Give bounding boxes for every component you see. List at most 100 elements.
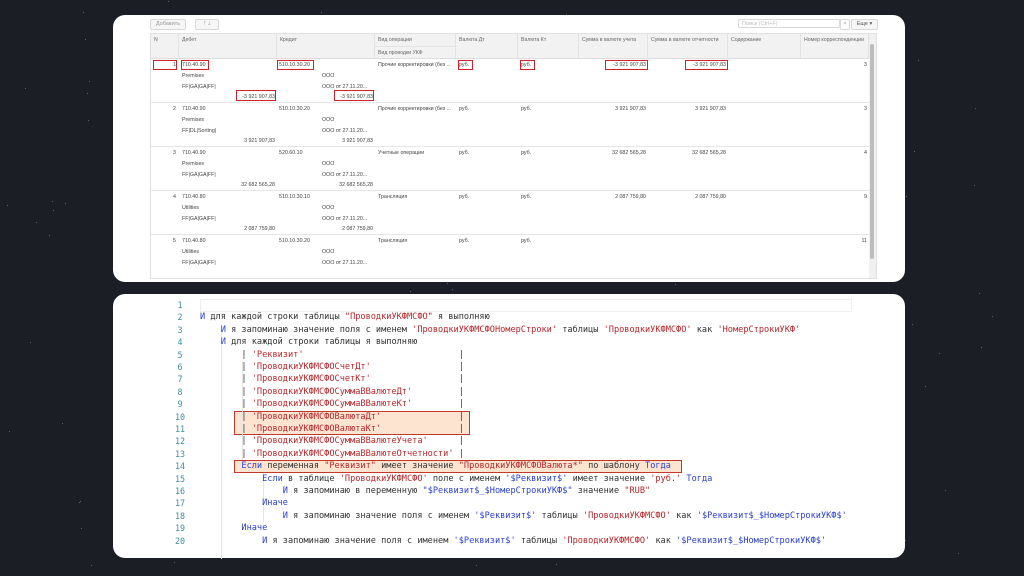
code-line[interactable]: Если в таблице 'ПроводкиУКФМСФО' поле с … (200, 473, 712, 485)
string-token: "RUB" (624, 486, 651, 496)
code-line[interactable]: И я запоминаю в переменную "$Реквизит$_$… (200, 485, 650, 497)
arrow-up-icon[interactable]: 🡑 (203, 21, 206, 27)
add-button[interactable]: Добавить (150, 19, 186, 30)
code-line[interactable]: | 'ПроводкиУКФМСФОВалютаДт' | (200, 411, 463, 423)
header-credit[interactable]: Кредит (277, 34, 375, 58)
star-decoration (48, 234, 50, 236)
table-row[interactable]: 5 710.40.80 Utilities FF|GA|GA|FF| 510.10.30… (151, 235, 869, 278)
header-n[interactable]: N (151, 34, 179, 58)
star-decoration (912, 323, 914, 325)
header-debit[interactable]: Дебет (179, 34, 277, 58)
cell-debit-sub2: FF|GA|GA|FF| (182, 84, 216, 90)
star-decoration (945, 490, 947, 492)
code-line[interactable]: И для каждой строки таблицы я выполняю (200, 336, 418, 348)
line-number: 16 (174, 486, 186, 496)
text-token: | (200, 448, 252, 459)
table-row[interactable]: 2 710.40.90 Premises FF|DL|Sorting| 3 921 90… (151, 103, 869, 147)
cell-debit-sub2: FF|GA|GA|FF| (182, 216, 216, 222)
star-decoration (924, 386, 926, 388)
move-buttons: 🡑 🡓 (195, 19, 219, 30)
star-decoration (957, 552, 959, 554)
line-number: 6 (177, 362, 183, 372)
code-line[interactable]: И для каждой строки таблицы "ПроводкиУКФ… (200, 311, 490, 323)
star-decoration (84, 38, 86, 40)
text-token: | (200, 424, 252, 434)
text-token: я выполняю (432, 312, 490, 323)
header-content[interactable]: Содержание (728, 34, 801, 58)
cell-debit-sub1: Utilities (182, 205, 200, 211)
code-editor[interactable]: 1 2 И для каждой строки таблицы "ПроводкиУ… (113, 294, 905, 560)
clear-search-button[interactable]: × (840, 19, 850, 30)
text-token: | (200, 436, 252, 447)
header-sum-accounting[interactable]: Сумма в валюте учета (579, 34, 648, 58)
code-line[interactable]: Иначе (200, 497, 288, 509)
code-line[interactable]: | 'Реквизит' | (200, 349, 463, 361)
header-currency-kt[interactable]: Валюта Кт (518, 34, 579, 58)
cell-debit-account: 710.40.80 (182, 238, 206, 244)
string-token: 'ПроводкиУКФМСФОВалютаКт' (251, 424, 382, 434)
cell-n: 3 (173, 150, 176, 156)
cell-currency-dt: руб. (459, 238, 470, 244)
header-operation[interactable]: Вид операции Вид проводки УКФ (375, 34, 456, 58)
cell-credit-amount: 32 682 565,28 (339, 182, 373, 188)
arrow-down-icon[interactable]: 🡓 (208, 21, 211, 27)
cell-operation: Трансляция (378, 194, 408, 200)
highlight-box (605, 60, 648, 70)
header-sum-reporting[interactable]: Сумма в валюте отчетности (648, 34, 728, 58)
line-number: 18 (174, 510, 186, 521)
code-line[interactable]: | 'ПроводкиУКФМСФОСчетКт' | (200, 373, 463, 385)
header-correspondence[interactable]: Номер корреспонденции (801, 34, 869, 58)
code-line[interactable]: | 'ПроводкиУКФМСФОСуммаВВалютеКт' | (200, 398, 463, 410)
star-decoration (978, 293, 980, 295)
keyword-token: Если (241, 461, 263, 472)
code-line[interactable]: | 'ПроводкиУКФМСФОСуммаВВалютеОтчетности… (200, 448, 463, 460)
scrollbar-thumb[interactable] (870, 44, 874, 259)
text-token: | (458, 374, 464, 385)
table-scrollbar[interactable] (869, 34, 876, 278)
line-number: 3 (177, 324, 183, 335)
star-decoration (447, 282, 449, 284)
code-line[interactable]: И я запоминаю значение поля с именем '$Р… (200, 535, 826, 547)
cell-n: 2 (173, 106, 176, 112)
table-row[interactable]: 4 710.40.80 Utilities FF|GA|GA|FF| 2 087 759… (151, 191, 869, 235)
line-number: 2 (177, 312, 183, 323)
code-line[interactable]: Если переменная "Реквизит" имеет значени… (200, 460, 671, 472)
cell-credit-sub1: ООО (322, 73, 335, 79)
text-token: я запоминаю значение поля с именем (225, 324, 413, 335)
string-token: "ПроводкиУКФМСФОВалюта*" (458, 461, 583, 472)
cell-n: 5 (173, 238, 176, 244)
star-decoration (88, 80, 90, 82)
text-token: в таблице (282, 473, 340, 484)
cell-credit-amount: 2 087 759,80 (342, 226, 373, 232)
table-row[interactable]: 1 710.40.90 Premises FF|GA|GA|FF| -3 921 907… (151, 59, 869, 103)
text-token: поле с именем (427, 473, 506, 484)
text-token: | (200, 411, 252, 422)
search-input[interactable]: Поиск (Ctrl+F) (738, 19, 840, 28)
code-line[interactable]: И я запоминаю значение поля с именем '$Р… (200, 510, 847, 522)
star-decoration (167, 0, 169, 2)
cell-correspondence: 3 (864, 106, 867, 112)
code-line[interactable]: Иначе (200, 522, 267, 534)
entries-table: N Дебет Кредит Вид операции Вид проводки … (150, 33, 877, 279)
keyword-token: Если (262, 473, 283, 484)
text-token: | (200, 399, 252, 410)
code-line[interactable]: И я запоминаю значение поля с именем 'Пр… (200, 324, 801, 336)
code-line[interactable]: | 'ПроводкиУКФМСФОСуммаВВалютеУчета' | (200, 435, 463, 447)
star-decoration (452, 288, 454, 290)
star-decoration (918, 59, 920, 61)
code-line[interactable]: | 'ПроводкиУКФМСФОСчетДт' | (200, 361, 463, 373)
string-token: 'ПроводкиУКФМСФОНомерСтроки' (412, 324, 558, 335)
text-token: | (200, 362, 252, 372)
table-row[interactable]: 3 710.40.90 Premises FF|GA|GA|FF| 32 682 565… (151, 147, 869, 191)
code-line[interactable]: | 'ПроводкиУКФМСФОСуммаВВалютеДт' | (200, 386, 463, 398)
code-line[interactable]: | 'ПроводкиУКФМСФОВалютаКт' | (200, 423, 463, 435)
string-token: 'ПроводкиУКФМСФОСуммаВВалютеДт' (251, 386, 413, 397)
header-currency-dt[interactable]: Валюта Дт (456, 34, 518, 58)
more-button[interactable]: Еще ▾ (851, 19, 878, 30)
cell-operation: Учетные операции (378, 150, 425, 156)
line-number: 1 (177, 300, 183, 310)
star-decoration (30, 342, 32, 344)
cell-currency-kt: руб. (521, 150, 532, 156)
